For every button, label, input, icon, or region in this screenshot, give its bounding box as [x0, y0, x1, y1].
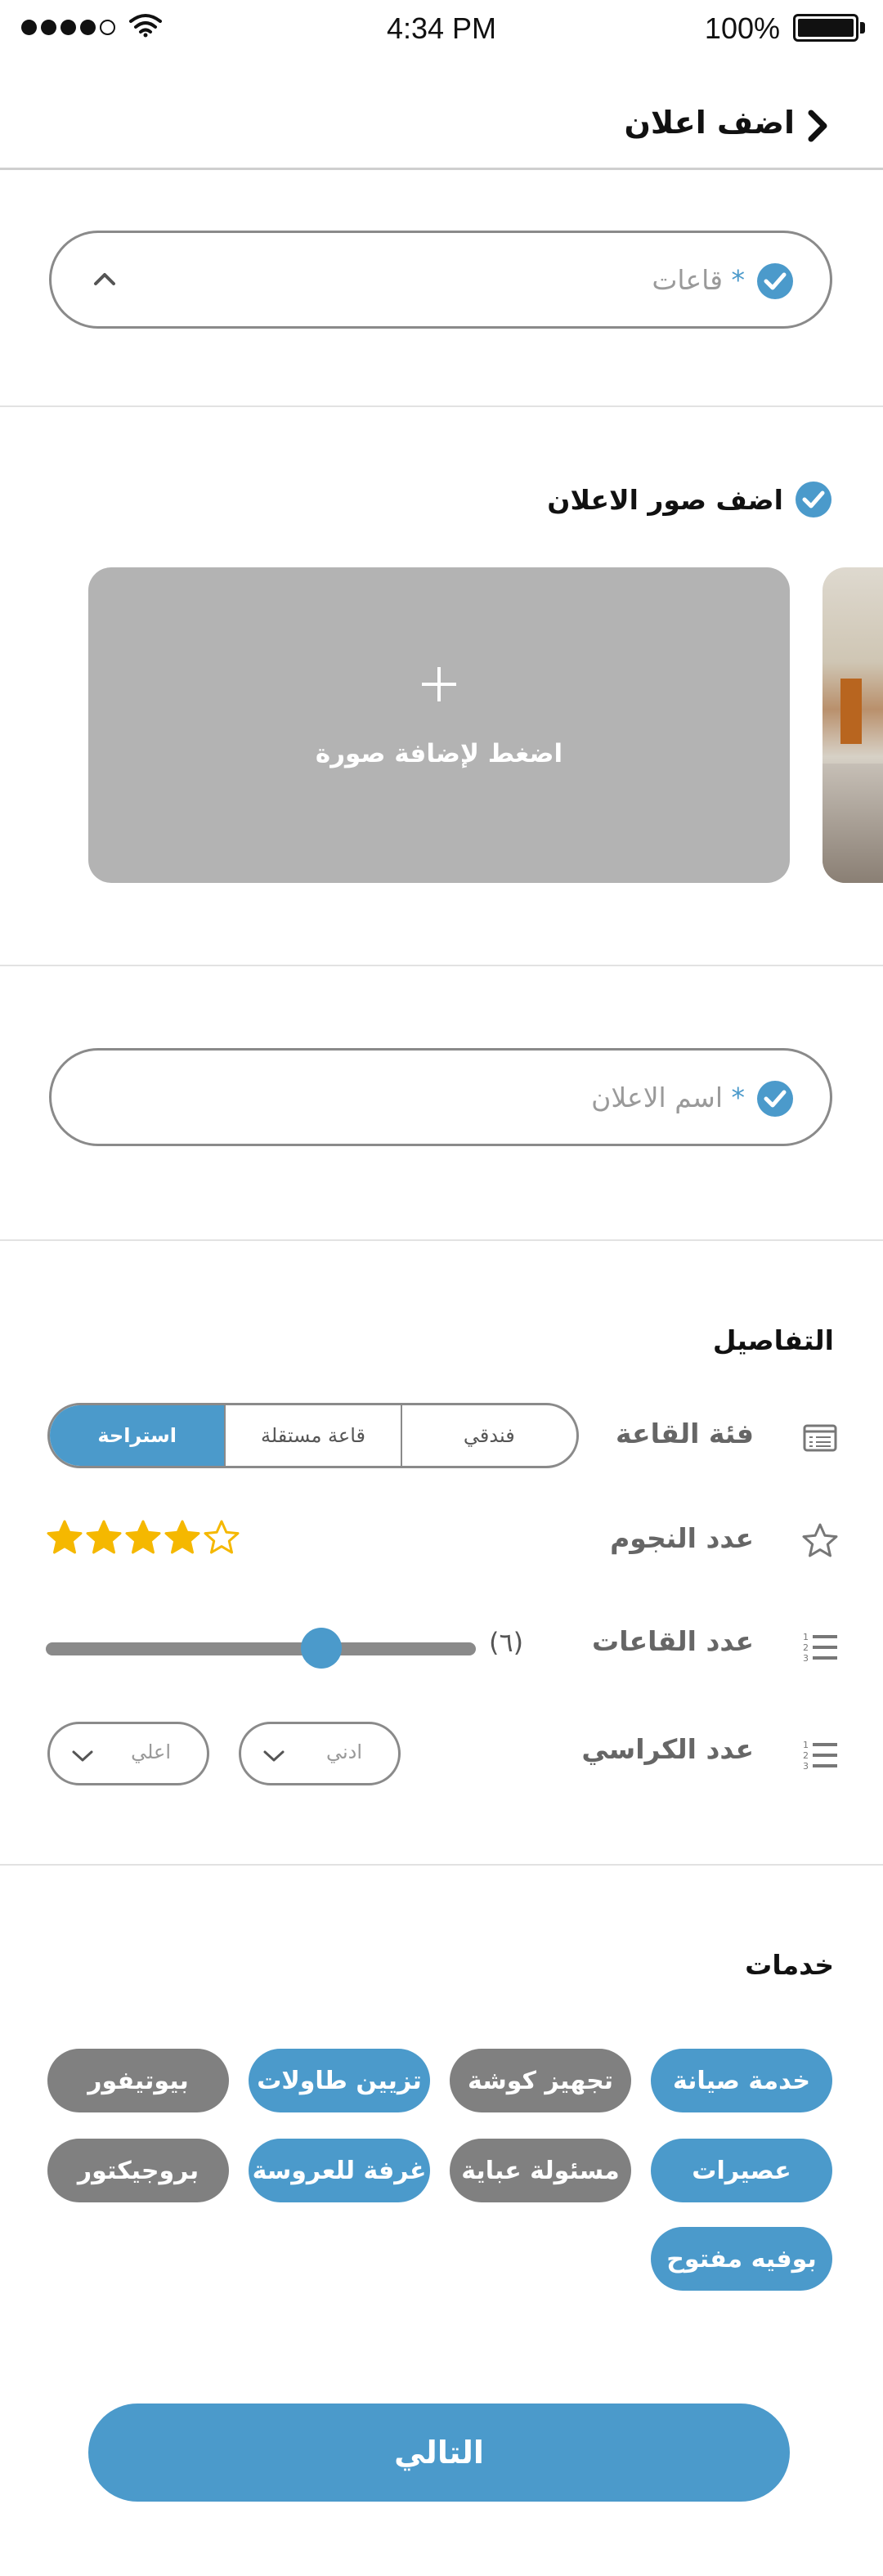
star-filled-icon[interactable] — [164, 1519, 201, 1557]
divider — [0, 965, 883, 966]
service-chip[interactable]: مسئولة عباية — [450, 2139, 631, 2202]
category-dropdown[interactable]: * قاعات — [49, 231, 832, 329]
category-label: * قاعات — [652, 264, 745, 296]
check-circle-icon — [757, 1081, 793, 1117]
svg-text:2: 2 — [803, 1750, 809, 1761]
chairs-min-label: ادني — [325, 1740, 362, 1763]
star-filled-icon[interactable] — [85, 1519, 123, 1557]
photos-heading: اضف صور الاعلان — [547, 481, 832, 518]
app-header: اضف اعلان — [0, 85, 883, 170]
star-filled-icon[interactable] — [46, 1519, 83, 1557]
service-chip[interactable]: تجهيز كوشة — [450, 2049, 631, 2112]
chevron-up-icon[interactable] — [91, 269, 119, 289]
star-filled-icon[interactable] — [124, 1519, 162, 1557]
hall-class-option[interactable]: قاعة مستقلة — [224, 1405, 400, 1466]
details-heading: التفاصيل — [712, 1324, 834, 1356]
ad-name-label: * اسم الاعلان — [591, 1082, 745, 1113]
battery-icon — [793, 14, 858, 42]
ordered-list-icon: 1 2 3 — [803, 1632, 837, 1664]
status-bar: 4:34 PM 100% — [0, 0, 883, 54]
add-photo-button[interactable]: اضغط لإضافة صورة — [88, 567, 790, 883]
service-chip[interactable]: بروجيكتور — [47, 2139, 229, 2202]
service-chip[interactable]: عصيرات — [651, 2139, 832, 2202]
hall-class-option[interactable]: استراحة — [50, 1405, 225, 1466]
add-photo-label: اضغط لإضافة صورة — [315, 739, 563, 768]
check-circle-icon — [796, 482, 831, 517]
battery-percentage: 100% — [704, 11, 780, 45]
divider — [0, 1239, 883, 1241]
svg-text:1: 1 — [803, 1632, 809, 1642]
chevron-down-icon — [72, 1750, 93, 1762]
list-icon — [803, 1424, 837, 1452]
chevron-down-icon — [263, 1750, 285, 1762]
page-title: اضف اعلان — [624, 105, 796, 141]
service-chip[interactable]: غرفة للعروسة — [249, 2139, 430, 2202]
thumbnail-floor — [822, 764, 883, 883]
halls-count-label: عدد القاعات — [592, 1625, 754, 1657]
hall-class-label: فئة القاعة — [616, 1418, 754, 1449]
photos-heading-label: اضف صور الاعلان — [547, 483, 783, 516]
ad-name-field[interactable]: * اسم الاعلان — [49, 1048, 832, 1146]
svg-text:2: 2 — [803, 1642, 809, 1653]
services-heading: خدمات — [745, 1949, 834, 1981]
star-rating[interactable] — [46, 1519, 240, 1557]
check-circle-icon — [757, 263, 793, 299]
svg-text:3: 3 — [803, 1761, 809, 1772]
service-chip[interactable]: خدمة صيانة — [651, 2049, 832, 2112]
hall-class-option[interactable]: فندقي — [400, 1405, 576, 1466]
star-empty-icon[interactable] — [203, 1519, 240, 1557]
stars-label: عدد النجوم — [610, 1522, 754, 1554]
back-chevron-icon[interactable] — [801, 110, 829, 142]
photo-thumbnail[interactable] — [822, 567, 883, 883]
chairs-max-label: اعلي — [131, 1740, 171, 1763]
chairs-max-select[interactable]: اعلي — [47, 1722, 209, 1785]
svg-text:3: 3 — [803, 1653, 809, 1664]
ordered-list-icon: 1 2 3 — [803, 1740, 837, 1772]
halls-slider-track[interactable] — [46, 1642, 476, 1655]
battery-tip — [860, 22, 865, 34]
hall-class-segmented-control: استراحة قاعة مستقلة فندقي — [47, 1403, 579, 1468]
chairs-min-select[interactable]: ادني — [239, 1722, 401, 1785]
halls-slider-value: (٦) — [489, 1627, 524, 1658]
service-chip[interactable]: بيوتيفور — [47, 2049, 229, 2112]
thumbnail-door — [840, 679, 862, 744]
divider — [0, 1864, 883, 1866]
next-button[interactable]: التالي — [88, 2404, 790, 2502]
service-chip[interactable]: بوفيه مفتوح — [651, 2227, 832, 2291]
plus-icon — [422, 667, 456, 701]
service-chip[interactable]: تزيين طاولات — [249, 2049, 430, 2112]
star-outline-icon — [802, 1523, 838, 1557]
halls-slider-thumb[interactable] — [300, 1628, 342, 1669]
svg-text:1: 1 — [803, 1740, 809, 1750]
divider — [0, 405, 883, 407]
chairs-count-label: عدد الكراسي — [581, 1733, 754, 1765]
